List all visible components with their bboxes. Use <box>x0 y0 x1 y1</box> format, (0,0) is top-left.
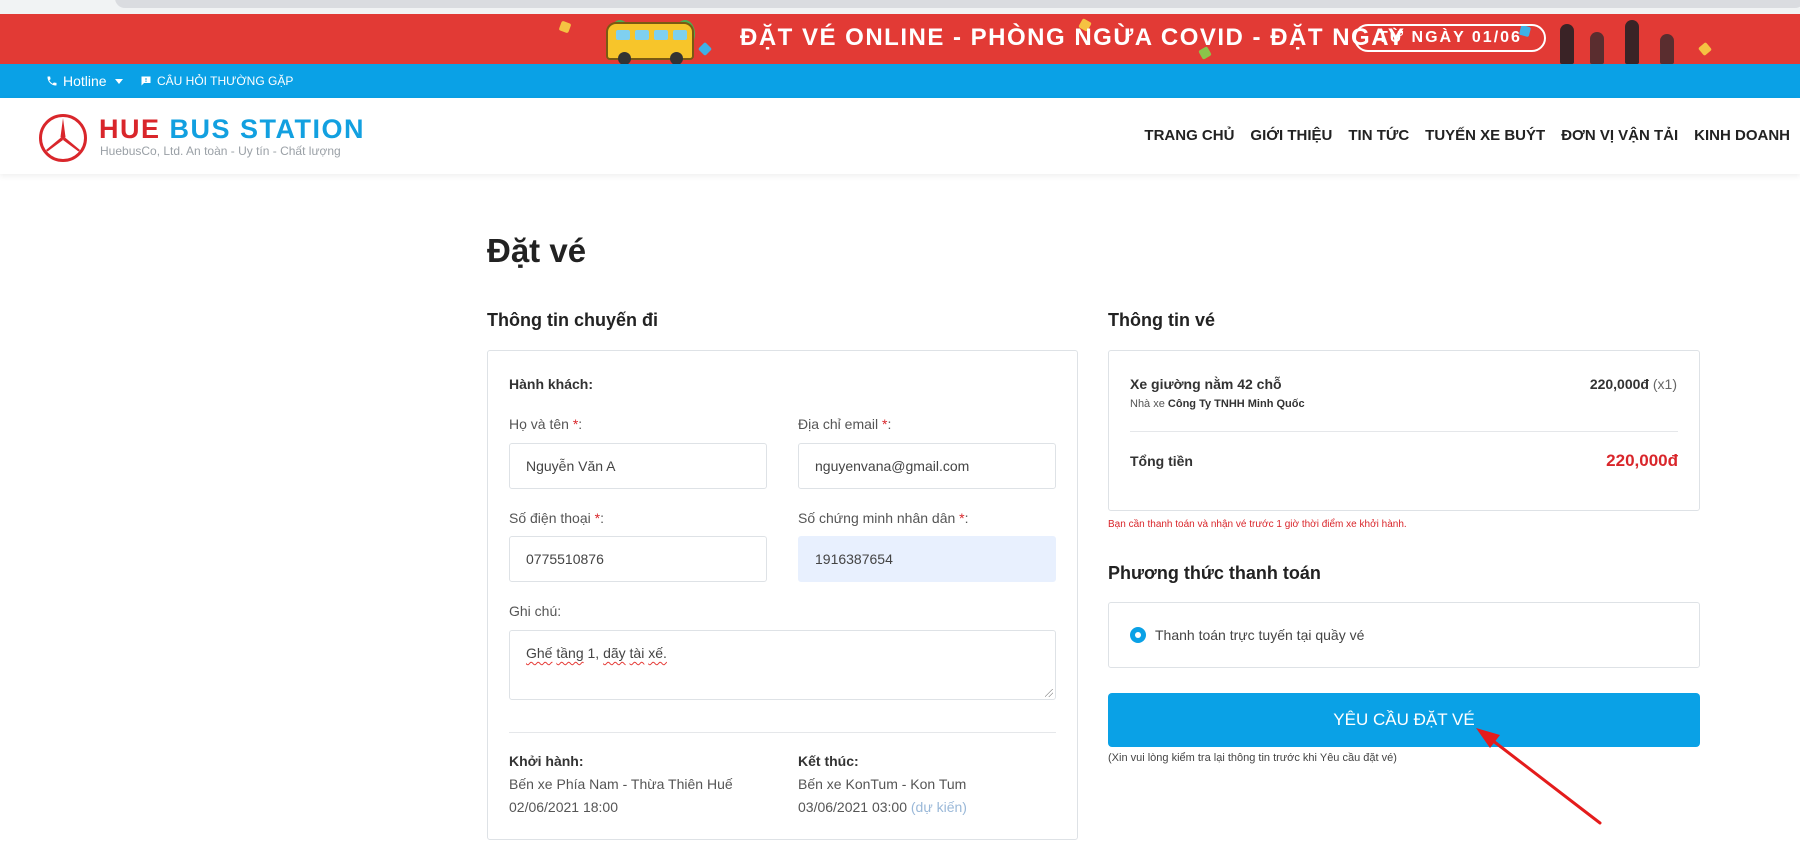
site-header: HUE BUS STATION HuebusCo, Ltd. An toàn -… <box>0 98 1800 174</box>
faq-link[interactable]: CÂU HỎI THƯỜNG GẶP <box>140 74 293 88</box>
browser-chrome-remnant <box>0 0 1800 14</box>
departure-place: Bến xe Phía Nam - Thừa Thiên Huế <box>509 776 733 792</box>
nav-transport-units[interactable]: ĐƠN VỊ VẬN TẢI <box>1561 127 1678 144</box>
nav-about[interactable]: GIỚI THIỆU <box>1250 127 1332 144</box>
phone-label: Số điện thoại *: <box>509 510 604 526</box>
note-word: 1, <box>587 645 600 661</box>
fullname-input[interactable]: Nguyễn Văn A <box>509 443 767 489</box>
caret-down-icon <box>114 78 123 84</box>
ticket-price: 220,000đ (x1) <box>1589 376 1677 392</box>
ticket-section-title: Thông tin vé <box>1108 310 1215 330</box>
hotline-label: Hotline <box>63 73 107 89</box>
total-value: 220,000đ <box>1606 451 1678 470</box>
promo-banner[interactable]: ĐẶT VÉ ONLINE - PHÒNG NGỪA COVID - ĐẶT N… <box>0 14 1800 64</box>
hotline-dropdown[interactable]: Hotline <box>46 73 123 89</box>
email-input[interactable]: nguyenvana@gmail.com <box>798 443 1056 489</box>
id-number-input[interactable]: 1916387654 <box>798 536 1056 582</box>
note-word: Ghế <box>526 645 553 661</box>
arrival-heading: Kết thúc: <box>798 753 859 769</box>
phone-input[interactable]: 0775510876 <box>509 536 767 582</box>
note-textarea[interactable]: Ghế tầng 1, dãy tài xế. <box>509 630 1056 700</box>
trip-section-title: Thông tin chuyến đi <box>487 310 658 330</box>
mercedes-star-icon[interactable] <box>38 113 88 163</box>
faq-label: CÂU HỎI THƯỜNG GẶP <box>157 74 294 88</box>
note-word: tài <box>629 645 645 661</box>
total-label: Tổng tiền <box>1130 453 1193 469</box>
note-word: xế. <box>648 645 667 661</box>
payment-section-title: Phương thức thanh toán <box>1108 563 1321 583</box>
payment-deadline-note: Bạn cần thanh toán và nhận vé trước 1 gi… <box>1108 519 1407 530</box>
phone-icon <box>47 76 57 86</box>
payment-option-label[interactable]: Thanh toán trực tuyến tại quầy vé <box>1155 627 1364 643</box>
promo-text: ĐẶT VÉ ONLINE - PHÒNG NGỪA COVID - ĐẶT N… <box>740 24 1406 51</box>
resize-handle-icon[interactable] <box>1045 689 1053 697</box>
promo-date-badge: TỪ NGÀY 01/06 <box>1354 24 1546 52</box>
nav-bus-routes[interactable]: TUYẾN XE BUÝT <box>1425 127 1545 144</box>
travelers-illustration-icon <box>1550 18 1700 64</box>
note-word: dãy <box>603 645 626 661</box>
email-label: Địa chỉ email *: <box>798 416 892 432</box>
confetti-decoration <box>558 20 572 34</box>
section-divider <box>509 732 1056 733</box>
main-nav: TRANG CHỦ GIỚI THIỆU TIN TỨC TUYẾN XE BU… <box>1144 127 1790 144</box>
nav-business[interactable]: KINH DOANH <box>1694 127 1790 144</box>
request-booking-button[interactable]: YÊU CẦU ĐẶT VÉ <box>1108 693 1700 747</box>
note-word: tầng <box>556 645 584 661</box>
nav-news[interactable]: TIN TỨC <box>1348 127 1409 144</box>
confetti-decoration <box>697 41 713 57</box>
bus-company: Nhà xe Công Ty TNHH Minh Quốc <box>1130 398 1305 410</box>
passenger-heading: Hành khách: <box>509 376 594 392</box>
id-number-label: Số chứng minh nhân dân *: <box>798 510 969 526</box>
fullname-label: Họ và tên *: <box>509 416 583 432</box>
note-label: Ghi chú: <box>509 603 562 619</box>
departure-heading: Khởi hành: <box>509 753 584 769</box>
nav-home[interactable]: TRANG CHỦ <box>1144 127 1234 144</box>
address-bar-edge <box>115 0 1800 8</box>
confetti-decoration <box>1697 41 1713 57</box>
logo-word-hue: HUE <box>99 114 161 144</box>
departure-time: 02/06/2021 18:00 <box>509 799 618 815</box>
top-bar: Hotline CÂU HỎI THƯỜNG GẶP <box>0 64 1800 98</box>
submit-note: (Xin vui lòng kiểm tra lại thông tin trư… <box>1108 752 1397 764</box>
logo-subtitle: HuebusCo, Ltd. An toàn - Uy tín - Chất l… <box>100 144 341 158</box>
bus-illustration-icon <box>606 22 694 64</box>
page-title: Đặt vé <box>487 232 587 269</box>
arrival-time: 03/06/2021 03:00 (dự kiến) <box>798 799 967 815</box>
logo-word-bus-station: BUS STATION <box>169 114 366 144</box>
annotation-arrow-icon <box>1476 728 1602 825</box>
ticket-divider <box>1130 431 1678 432</box>
logo-title[interactable]: HUE BUS STATION <box>99 114 365 145</box>
payment-radio-selected[interactable] <box>1130 627 1146 643</box>
vehicle-type: Xe giường nằm 42 chỗ <box>1130 376 1282 392</box>
chat-icon <box>141 76 151 86</box>
arrival-place: Bến xe KonTum - Kon Tum <box>798 776 967 792</box>
